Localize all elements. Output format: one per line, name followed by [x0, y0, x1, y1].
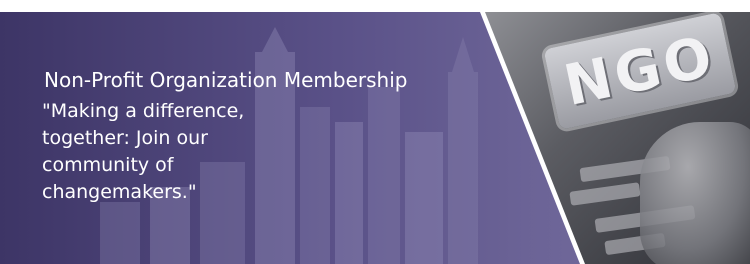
banner-quote: "Making a difference, together: Join our…: [42, 98, 302, 206]
pointing-hand-image: [640, 122, 750, 264]
quote-line: "Making a difference,: [42, 100, 245, 122]
quote-line: changemakers.": [42, 181, 197, 203]
quote-line: together: Join our: [42, 127, 208, 149]
banner-title: Non-Profit Organization Membership: [44, 68, 408, 92]
quote-line: community of: [42, 154, 174, 176]
holo-bar: [569, 182, 641, 206]
membership-banner: NGO Non-Profit Organization Membership "…: [0, 12, 750, 264]
